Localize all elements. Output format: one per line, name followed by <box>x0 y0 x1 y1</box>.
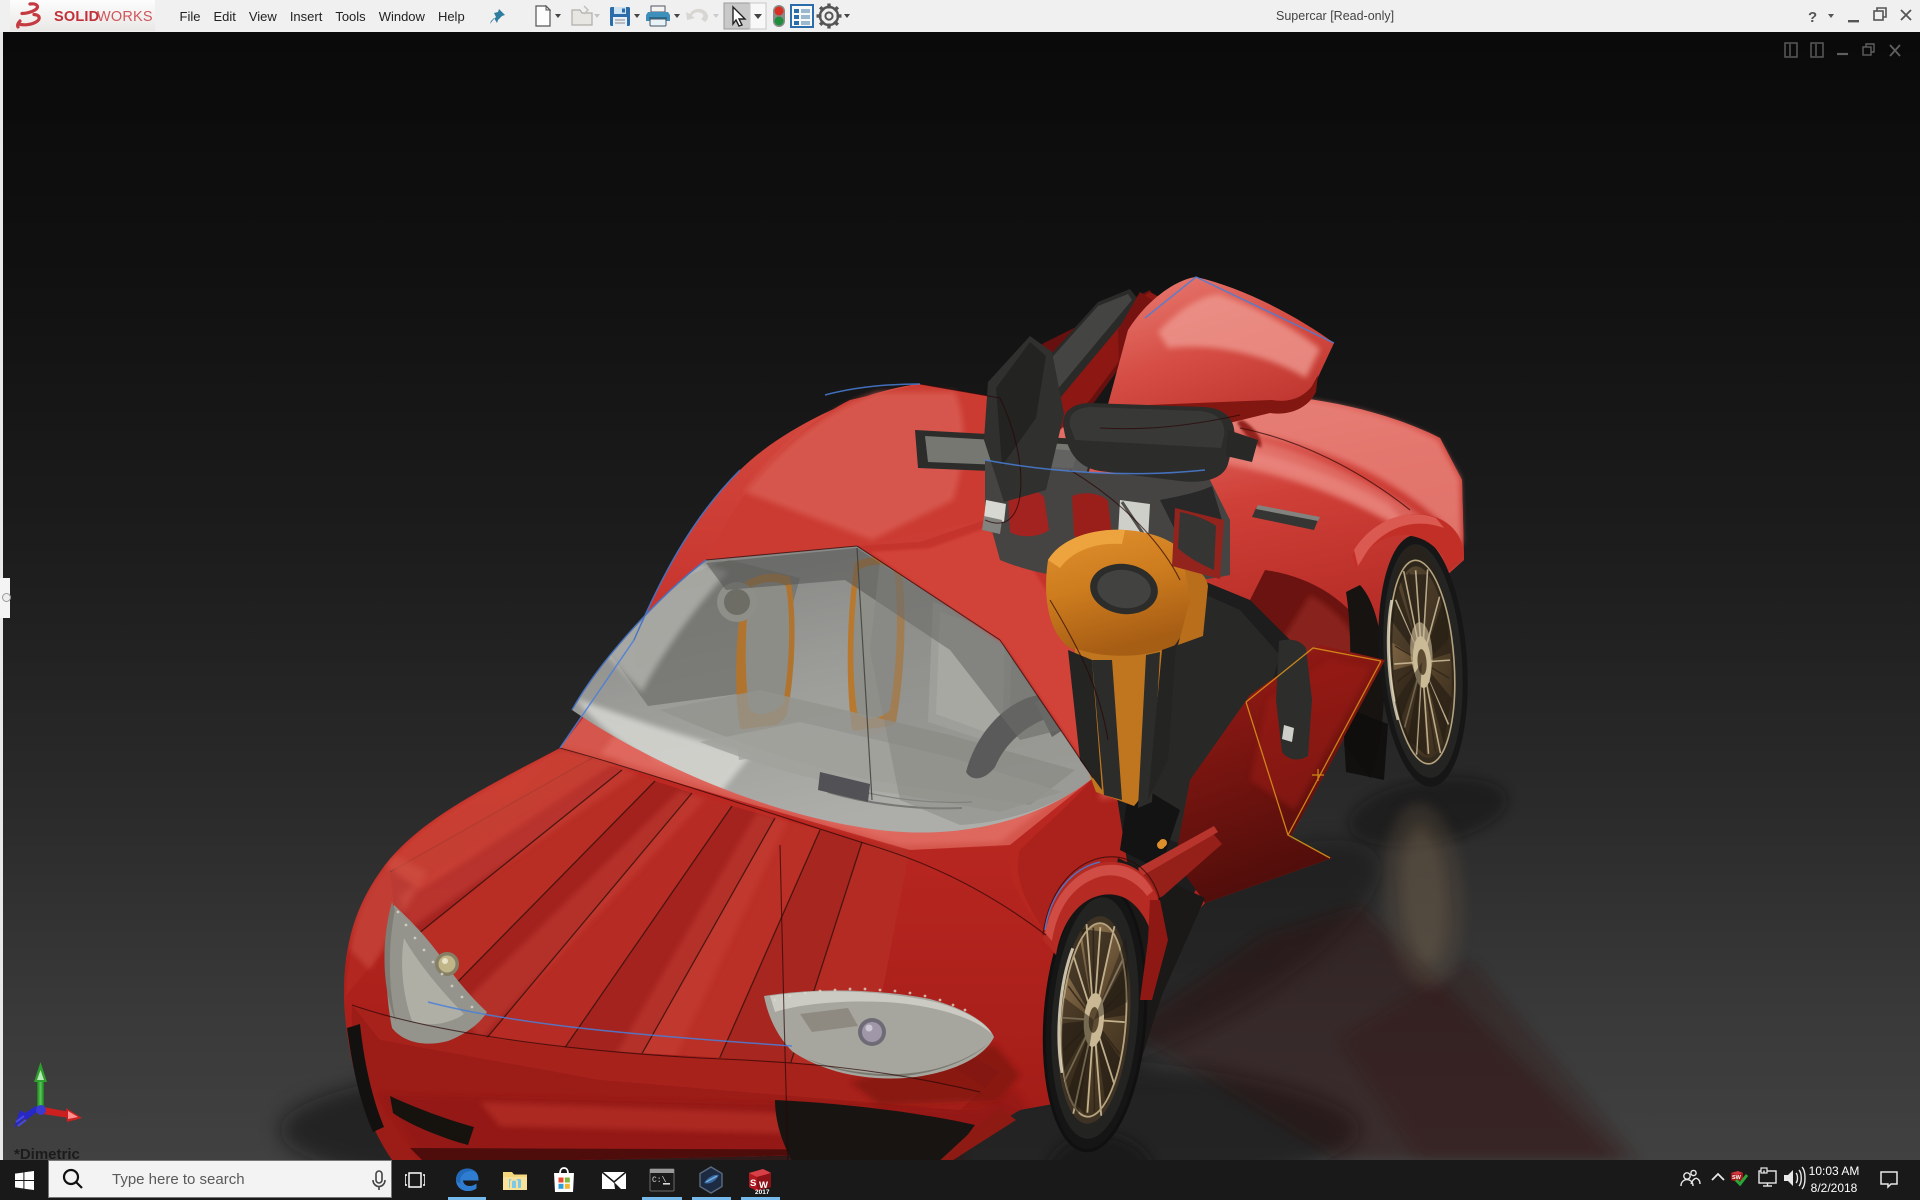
svg-text:WORKS: WORKS <box>97 9 153 25</box>
svg-text:S: S <box>750 1178 756 1189</box>
svg-text:2017: 2017 <box>755 1189 770 1195</box>
svg-text:SOLID: SOLID <box>54 9 99 25</box>
svg-text:?: ? <box>1808 9 1817 26</box>
